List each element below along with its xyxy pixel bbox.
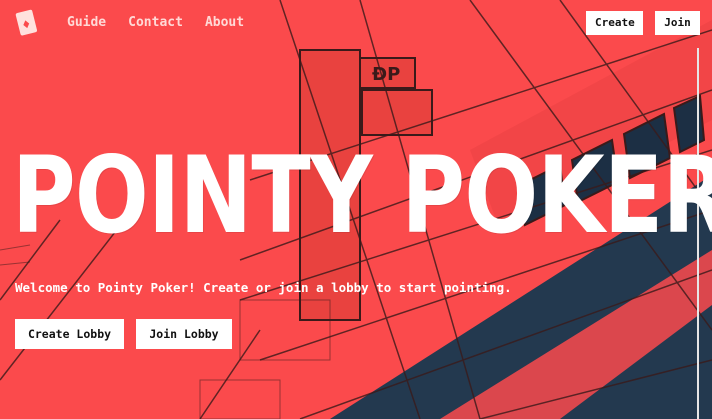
hero-section: ĐP Guide Contact About Create Join POINT… xyxy=(0,0,712,419)
svg-text:ĐP: ĐP xyxy=(372,64,400,85)
nav-link-about[interactable]: About xyxy=(205,15,244,30)
playing-card-logo-icon[interactable] xyxy=(12,8,42,38)
nav-link-contact[interactable]: Contact xyxy=(128,15,183,30)
create-lobby-button[interactable]: Create Lobby xyxy=(15,319,124,349)
nav-create-button[interactable]: Create xyxy=(586,11,643,35)
top-navbar: Guide Contact About Create Join xyxy=(0,0,712,46)
page-title: POINTY POKER xyxy=(12,134,712,257)
nav-links: Guide Contact About xyxy=(67,15,244,30)
nav-link-guide[interactable]: Guide xyxy=(67,15,106,30)
nav-join-button[interactable]: Join xyxy=(655,11,700,35)
join-lobby-button[interactable]: Join Lobby xyxy=(136,319,232,349)
hero-subtitle: Welcome to Pointy Poker! Create or join … xyxy=(15,280,512,295)
